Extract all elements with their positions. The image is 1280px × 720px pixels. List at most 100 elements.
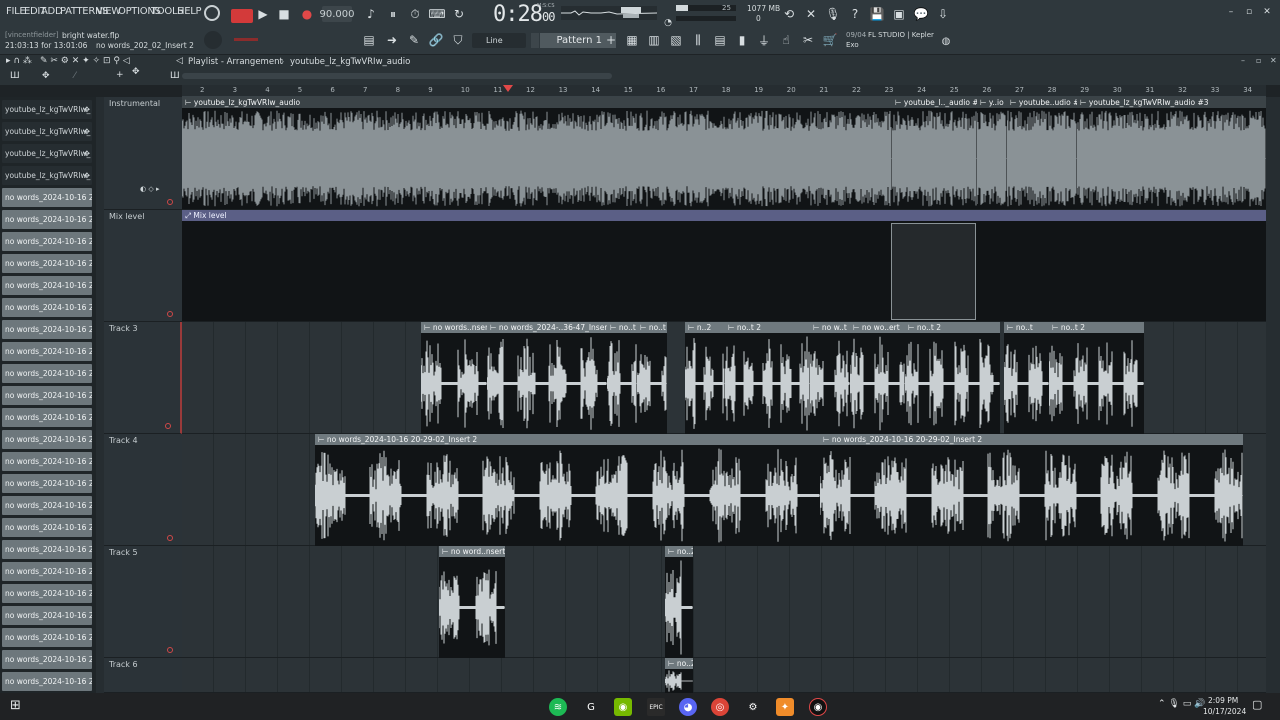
- audio-clip[interactable]: ⊢ no words_2024-10-16 20-29-02_Insert 2: [820, 434, 1243, 546]
- track-record-dot[interactable]: [167, 199, 173, 205]
- browser-scrollbar[interactable]: [96, 97, 104, 693]
- playlist-icon[interactable]: ▦: [623, 31, 641, 49]
- lane-track-6[interactable]: [182, 658, 1266, 693]
- add-track-icon[interactable]: +: [116, 70, 124, 80]
- track-controls-icon[interactable]: ◐ ◇ ▸: [140, 185, 159, 193]
- browser-icon[interactable]: ▤: [711, 31, 729, 49]
- browser-item[interactable]: no words_2024-10-16 20: [2, 518, 92, 537]
- plugin-icon[interactable]: ▮: [733, 31, 751, 49]
- audio-clip[interactable]: ⊢ youtube..udio #4: [1007, 97, 1077, 209]
- browser-item[interactable]: no words_2024-10-16 20: [2, 562, 92, 581]
- record-app-icon[interactable]: ◉: [809, 698, 827, 716]
- stamp-icon[interactable]: ⛉: [449, 31, 467, 49]
- track-header-mix-level[interactable]: Mix level: [104, 210, 182, 322]
- audio-clip[interactable]: ⊢ no..t: [607, 322, 637, 434]
- tempo-display[interactable]: 90.000: [320, 6, 355, 22]
- globe-icon[interactable]: ◍: [937, 32, 955, 50]
- browser-item[interactable]: no words_2024-10-16 20: [2, 496, 92, 515]
- add-icon[interactable]: ✥: [84, 122, 90, 141]
- add-icon[interactable]: ✥: [84, 166, 90, 185]
- audio-clip[interactable]: ⊢ no..2: [665, 546, 693, 658]
- epic-games-icon[interactable]: EPIC: [647, 698, 665, 716]
- settings-gear-icon[interactable]: ⚙: [744, 698, 762, 716]
- master-pitch-slider[interactable]: [234, 38, 258, 41]
- browser-item[interactable]: no words_2024-10-16 20: [2, 276, 92, 295]
- audio-clip[interactable]: ⊢ no..t 2: [905, 322, 1000, 434]
- cart-icon[interactable]: 🛒: [821, 31, 839, 49]
- browser-tools-icons[interactable]: ✎ ✂ ⚙ ✕ ✦ ✧ ⊡ ⚲ ◁: [40, 56, 130, 66]
- browser-item[interactable]: no words_2024-10-16 20: [2, 408, 92, 427]
- browser-item[interactable]: no words_2024-10-16 20: [2, 386, 92, 405]
- track-header-instrumental[interactable]: Instrumental ◐ ◇ ▸: [104, 97, 182, 210]
- channel-rack-icon[interactable]: ▧: [667, 31, 685, 49]
- track-record-dot[interactable]: [167, 535, 173, 541]
- track-record-dot[interactable]: [167, 311, 173, 317]
- browser-item[interactable]: youtube_lz_kgTwVRIw_ ✥: [2, 122, 92, 141]
- audio-clip[interactable]: ⊢ youtube_l.._audio #2: [892, 97, 977, 209]
- audio-clip[interactable]: ⊢ no..2: [665, 658, 693, 693]
- playlist-lanes[interactable]: ⊢ youtube_lz_kgTwVRIw_audio ⊢ youtube_l..…: [182, 97, 1266, 693]
- mixer-icon[interactable]: ⫼: [689, 31, 707, 49]
- minimize-icon[interactable]: –: [1222, 3, 1240, 21]
- browser-item[interactable]: no words_2024-10-16 20: [2, 474, 92, 493]
- arrow-right-icon[interactable]: ➜: [383, 31, 401, 49]
- track-header-track-4[interactable]: Track 4: [104, 434, 182, 546]
- chat-icon[interactable]: 💬: [912, 5, 930, 23]
- playhead-marker[interactable]: [503, 85, 513, 92]
- nvidia-icon[interactable]: ◉: [614, 698, 632, 716]
- image-icon[interactable]: ▣: [890, 5, 908, 23]
- track-record-dot[interactable]: [167, 647, 173, 653]
- browser-item[interactable]: no words_2024-10-16 20: [2, 364, 92, 383]
- track-header-track-5[interactable]: Track 5: [104, 546, 182, 658]
- add-pattern-icon[interactable]: +: [602, 31, 620, 49]
- windows-start-icon[interactable]: ⊞: [10, 698, 21, 713]
- playlist-close-icon[interactable]: ✕: [1270, 56, 1277, 65]
- fl-studio-icon[interactable]: ✦: [776, 698, 794, 716]
- news-text[interactable]: FL STUDIO | Kepler: [868, 31, 934, 39]
- undo-history-icon[interactable]: ⟲: [780, 5, 798, 23]
- play-icon[interactable]: ▶: [254, 5, 272, 23]
- add-icon[interactable]: ✥: [84, 100, 90, 119]
- audio-clip[interactable]: ⊢ no..t 2: [1049, 322, 1144, 434]
- spotify-icon[interactable]: ≋: [549, 698, 567, 716]
- browser-edit-icon[interactable]: ⁄: [74, 71, 76, 81]
- snap-select[interactable]: Line: [472, 33, 526, 48]
- audio-clip[interactable]: ⊢ no word..nsert 2: [439, 546, 505, 658]
- selection-box[interactable]: [891, 223, 976, 320]
- menu-help[interactable]: HELP: [177, 6, 202, 17]
- countdown-icon[interactable]: ⏱: [406, 5, 424, 23]
- lane-track-5[interactable]: [182, 546, 1266, 658]
- browser-item[interactable]: no words_2024-10-16 20: [2, 452, 92, 471]
- playlist-min-icon[interactable]: –: [1241, 56, 1245, 65]
- restore-icon[interactable]: ▫: [1240, 3, 1258, 21]
- audio-clip[interactable]: ⊢ no..t: [637, 322, 667, 434]
- link-icon[interactable]: 🔗: [427, 31, 445, 49]
- master-volume-knob[interactable]: [204, 31, 222, 49]
- close-x-icon[interactable]: ✕: [802, 5, 820, 23]
- move-track-icon[interactable]: ✥: [132, 67, 140, 77]
- browser-item[interactable]: no words_2024-10-16 20: [2, 232, 92, 251]
- audio-clip[interactable]: ⊢ n..2: [685, 322, 725, 434]
- audio-clip[interactable]: ⊢ no words_2024-..36-47_Insert 2: [487, 322, 607, 434]
- audio-clip[interactable]: ⊢ youtube_lz_kgTwVRIw_audio: [182, 97, 892, 209]
- metronome-icon[interactable]: ♪: [362, 5, 380, 23]
- help-icon[interactable]: ?: [846, 5, 864, 23]
- browser-item[interactable]: no words_2024-10-16 20: [2, 188, 92, 207]
- browser-item[interactable]: no words_2024-10-16 20: [2, 210, 92, 229]
- track-header-track-3[interactable]: Track 3: [104, 322, 182, 434]
- browser-options-icon[interactable]: ▸ ∩ ⁂: [6, 56, 32, 66]
- timeline-ruler[interactable]: 2 3 4 5 6 7 8 9 10 11 12 13 14 15 16 17 18 19 20 21 22 23 24 25…: [182, 85, 1266, 97]
- add-icon[interactable]: ✥: [84, 144, 90, 163]
- playlist-restore-icon[interactable]: ▫: [1256, 56, 1261, 65]
- step-edit-icon[interactable]: ⌨: [428, 5, 446, 23]
- audio-clip[interactable]: ⊢ no w..t: [810, 322, 850, 434]
- stop-icon[interactable]: ■: [275, 5, 293, 23]
- browser-move-icon[interactable]: ✥: [42, 71, 50, 81]
- browser-item[interactable]: no words_2024-10-16 20: [2, 650, 92, 669]
- browser-item[interactable]: no words_2024-10-16 20: [2, 430, 92, 449]
- pencil-icon[interactable]: ✎: [405, 31, 423, 49]
- lane-mix-level[interactable]: [182, 210, 1266, 322]
- g-hub-icon[interactable]: G: [582, 698, 600, 716]
- tool-icon[interactable]: ✂: [799, 31, 817, 49]
- export-icon[interactable]: ⇩: [934, 5, 952, 23]
